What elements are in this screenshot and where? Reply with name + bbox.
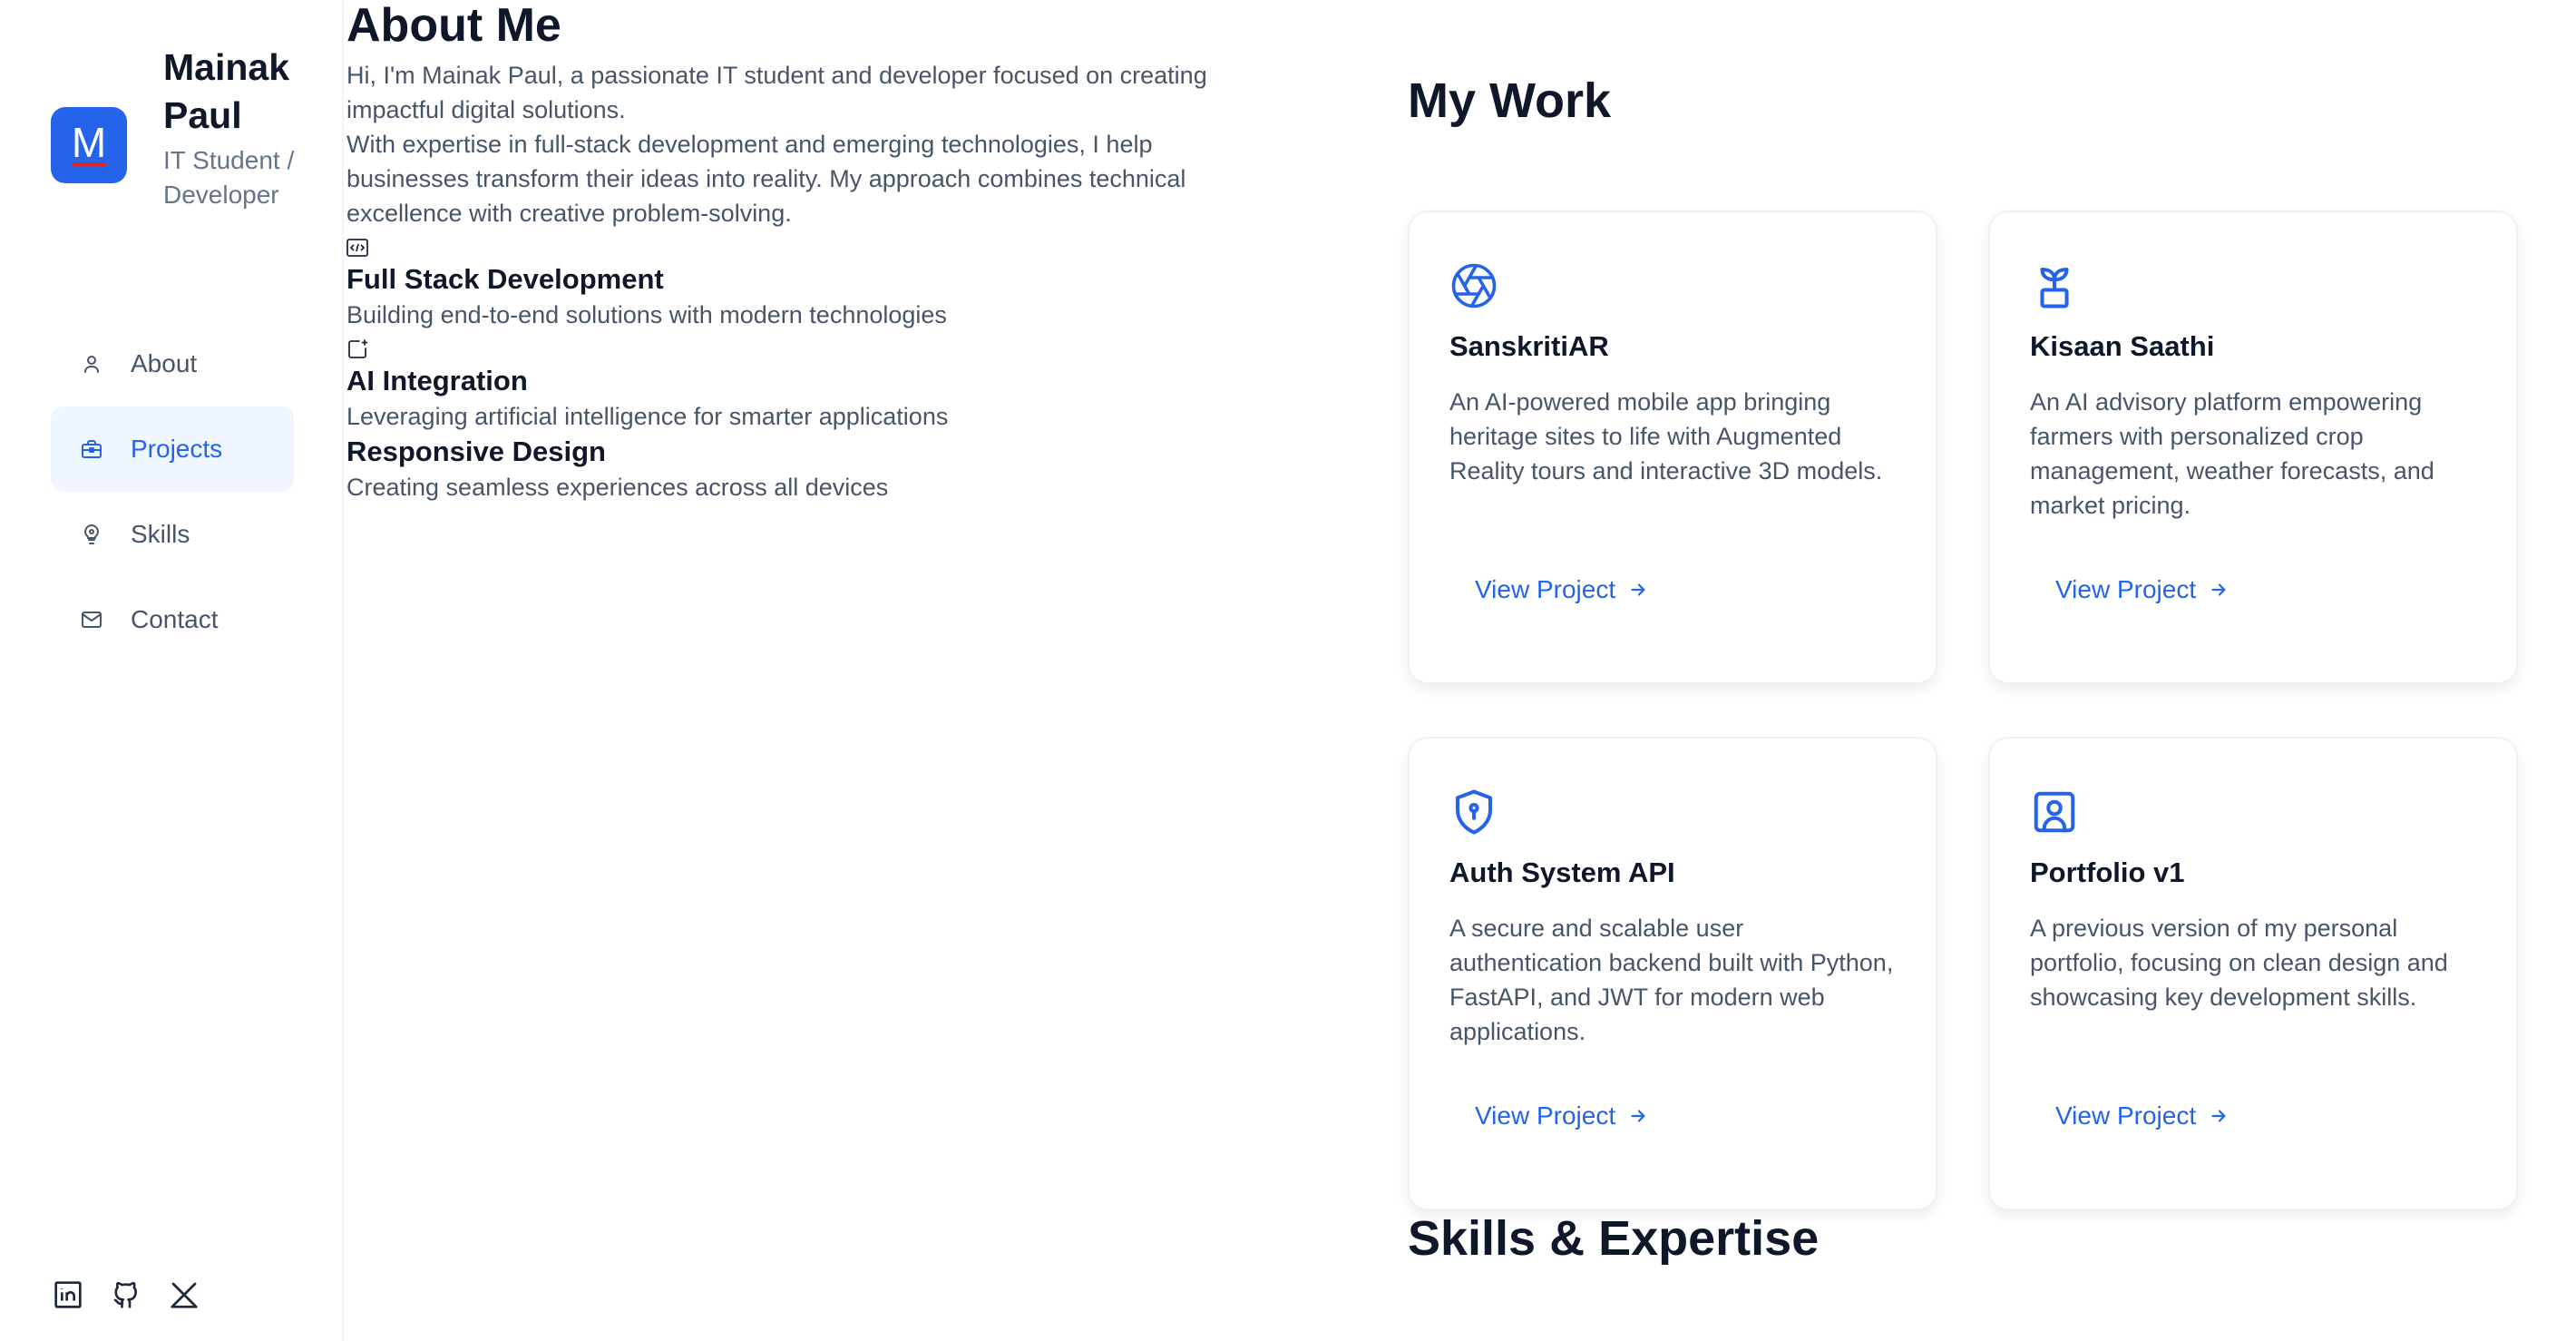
- project-title: SanskritiAR: [1449, 330, 1609, 362]
- feature-desc: Building end-to-end solutions with moder…: [346, 301, 947, 328]
- arrow-right-icon: [1628, 1106, 1648, 1126]
- sidebar-item-label: Contact: [131, 605, 219, 633]
- project-card-auth-system-api[interactable]: Auth System API A secure and scalable us…: [1408, 737, 1937, 1210]
- sidebar-item-label: Projects: [131, 435, 223, 463]
- shield-icon: [1449, 788, 1498, 837]
- user-square-icon: [2030, 788, 2079, 837]
- sidebar-item-projects[interactable]: Projects: [51, 406, 294, 492]
- user-icon: [80, 352, 103, 376]
- sidebar-nav: About Projects Skills Contact: [51, 321, 294, 662]
- view-project-label: View Project: [2055, 1101, 2197, 1130]
- feature-desc: Leveraging artificial intelligence for s…: [346, 403, 949, 430]
- view-project-label: View Project: [2055, 575, 2197, 603]
- view-project-label: View Project: [1475, 1101, 1616, 1130]
- work-title: My Work: [1408, 73, 1612, 128]
- code-icon: [346, 234, 1254, 261]
- sidebar-item-about[interactable]: About: [51, 321, 294, 406]
- project-desc: A secure and scalable user authenticatio…: [1449, 915, 1894, 1045]
- view-project-label: View Project: [1475, 575, 1616, 603]
- ai-icon: [346, 336, 1254, 363]
- brand-name: Mainak Paul: [163, 46, 289, 136]
- project-title: Auth System API: [1449, 856, 1675, 888]
- avatar: M: [51, 107, 127, 183]
- avatar-letter: M: [71, 119, 107, 166]
- arrow-right-icon: [2209, 580, 2229, 600]
- project-card-sanskritiar[interactable]: SanskritiAR An AI-powered mobile app bri…: [1408, 210, 1937, 684]
- feature-title: Full Stack Development: [346, 263, 664, 295]
- sidebar-item-contact[interactable]: Contact: [51, 577, 294, 662]
- sidebar-item-label: Skills: [131, 520, 190, 548]
- view-project-link[interactable]: View Project: [2055, 575, 2229, 604]
- sprout-icon: [2030, 261, 2079, 310]
- aperture-icon: [1449, 261, 1498, 310]
- project-desc: An AI advisory platform empowering farme…: [2030, 388, 2435, 519]
- arrow-right-icon: [2209, 1106, 2229, 1126]
- sidebar: M Mainak Paul IT Student / Developer Abo…: [0, 0, 344, 1341]
- lightbulb-icon: [80, 523, 103, 546]
- feature-desc: Creating seamless experiences across all…: [346, 474, 889, 501]
- sidebar-item-label: About: [131, 349, 198, 377]
- feature-title: AI Integration: [346, 365, 528, 396]
- project-card-kisaan-saathi[interactable]: Kisaan Saathi An AI advisory platform em…: [1988, 210, 2518, 684]
- skills-title: Skills & Expertise: [1408, 1211, 1820, 1266]
- x-icon[interactable]: [169, 1279, 200, 1310]
- github-icon[interactable]: [111, 1279, 141, 1310]
- linkedin-icon[interactable]: [53, 1279, 83, 1310]
- about-body: With expertise in full-stack development…: [346, 131, 1186, 227]
- briefcase-icon: [80, 437, 103, 461]
- feature-title: Responsive Design: [346, 436, 606, 467]
- brand-role: IT Student / Developer: [163, 146, 295, 209]
- mail-icon: [80, 608, 103, 631]
- view-project-link[interactable]: View Project: [1475, 1101, 1648, 1131]
- brand[interactable]: M Mainak Paul IT Student / Developer: [51, 44, 299, 212]
- view-project-link[interactable]: View Project: [1475, 575, 1648, 604]
- about-intro: Hi, I'm Mainak Paul, a passionate IT stu…: [346, 62, 1207, 123]
- sidebar-item-skills[interactable]: Skills: [51, 492, 294, 577]
- project-title: Portfolio v1: [2030, 856, 2185, 888]
- project-desc: A previous version of my personal portfo…: [2030, 915, 2448, 1011]
- social-links: [53, 1279, 200, 1310]
- about-title: About Me: [346, 0, 561, 52]
- view-project-link[interactable]: View Project: [2055, 1101, 2229, 1131]
- project-card-portfolio-v1[interactable]: Portfolio v1 A previous version of my pe…: [1988, 737, 2518, 1210]
- project-title: Kisaan Saathi: [2030, 330, 2215, 362]
- arrow-right-icon: [1628, 580, 1648, 600]
- about-section: About Me Hi, I'm Mainak Paul, a passiona…: [346, 0, 1254, 504]
- project-desc: An AI-powered mobile app bringing herita…: [1449, 388, 1883, 485]
